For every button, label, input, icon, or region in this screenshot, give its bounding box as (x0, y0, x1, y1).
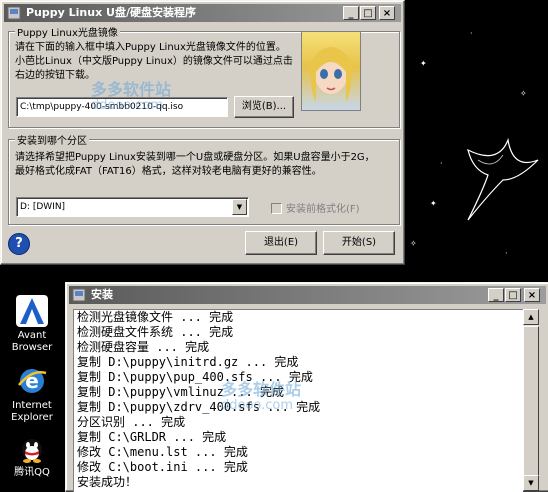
desktop-icon-label: 腾讯QQ (14, 467, 50, 478)
iso-path-input[interactable]: C:\tmp\puppy-400-smbb0210-qq.iso (16, 97, 228, 117)
console-line: 复制 C:\GRLDR ... 完成 (77, 430, 227, 444)
desktop-icon-qq[interactable]: 腾讯QQ (0, 432, 67, 479)
partition-group-label: 安装到哪个分区 (15, 132, 89, 147)
console-line: 修改 C:\boot.ini ... 完成 (77, 460, 248, 474)
console-line: 复制 D:\puppy\zdrv_400.sfs ... 完成 (77, 400, 321, 414)
avant-browser-icon (16, 295, 48, 327)
install-title: 安装 (91, 288, 113, 301)
desktop-icon-avant-browser[interactable]: Avant Browser (0, 295, 67, 354)
partition-desc-line: 最好格式化成FAT（FAT16）格式，这样对较老电脑有更好的兼容性。 (15, 166, 322, 177)
desktop-icon-label: Browser (11, 342, 53, 353)
close-button[interactable]: × (524, 288, 540, 302)
sparkle: · (470, 29, 473, 38)
console-scrollbar[interactable]: ▲ ▼ (523, 309, 539, 491)
console-line: 检测硬盘文件系统 ... 完成 (77, 325, 234, 339)
start-button[interactable]: 开始(S) (323, 231, 395, 255)
scroll-down-icon[interactable]: ▼ (523, 475, 539, 491)
help-button[interactable]: ? (8, 233, 30, 255)
minimize-button[interactable]: _ (488, 288, 504, 302)
close-button[interactable]: × (379, 6, 395, 20)
qq-icon (16, 432, 48, 464)
app-icon (7, 6, 21, 20)
iso-desc-line: 小芭比Linux（中文版Puppy Linux）的镜像文件可以通过点击 (15, 56, 293, 67)
iso-group-label: Puppy Linux光盘镜像 (15, 24, 120, 39)
desktop-icon-label: Explorer (11, 412, 53, 423)
partition-desc-line: 请选择希望把Puppy Linux安装到哪一个U盘或硬盘分区。如果U盘容量小于2… (15, 152, 375, 163)
installer-window: Puppy Linux U盘/硬盘安装程序 _ □ × Puppy Linux光… (0, 0, 405, 265)
sparkle: ✧ (410, 239, 417, 248)
scroll-thumb[interactable] (523, 326, 539, 476)
desktop-icon-label: Avant (17, 330, 47, 341)
scroll-up-icon[interactable]: ▲ (523, 309, 539, 325)
partition-description: 请选择希望把Puppy Linux安装到哪一个U盘或硬盘分区。如果U盘容量小于2… (15, 151, 395, 179)
installer-title: Puppy Linux U盘/硬盘安装程序 (26, 6, 196, 19)
sparkle: ✧ (520, 89, 527, 98)
installer-titlebar[interactable]: Puppy Linux U盘/硬盘安装程序 _ □ × (4, 4, 401, 22)
iso-desc-line: 右边的按钮下载。 (15, 70, 95, 81)
chevron-down-icon[interactable]: ▼ (232, 199, 247, 215)
sparkle: · (440, 159, 443, 168)
maximize-button[interactable]: □ (360, 6, 376, 20)
console-line: 修改 C:\menu.lst ... 完成 (77, 445, 248, 459)
format-checkbox[interactable]: 安装前格式化(F) (271, 200, 360, 215)
console-line: 复制 D:\puppy\vmlinuz ... 完成 (77, 385, 284, 399)
iso-description: 请在下面的输入框中填入Puppy Linux光盘镜像文件的位置。 小芭比Linu… (15, 41, 300, 83)
console-line: 检测硬盘容量 ... 完成 (77, 340, 210, 354)
format-checkbox-label: 安装前格式化(F) (286, 204, 360, 215)
puppy-portrait-image (301, 31, 361, 111)
app-icon (72, 288, 86, 302)
bird-wallpaper-graphic (467, 137, 539, 221)
console-line: 分区识别 ... 完成 (77, 415, 186, 429)
drive-select-value: D: [DWIN] (20, 202, 66, 212)
internet-explorer-icon: e (16, 365, 48, 397)
sparkle: ✦ (430, 199, 437, 208)
console-line: 复制 D:\puppy\pup_400.sfs ... 完成 (77, 370, 313, 384)
console-line: 复制 D:\puppy\initrd.gz ... 完成 (77, 355, 299, 369)
format-checkbox-box[interactable] (271, 203, 282, 214)
sparkle: ✦ (420, 59, 427, 68)
minimize-button[interactable]: _ (343, 6, 359, 20)
console-line: 安装成功！ (77, 475, 138, 489)
desktop-icon-label: Internet (12, 400, 52, 411)
sparkle: · (505, 249, 508, 258)
exit-button[interactable]: 退出(E) (245, 231, 317, 255)
desktop-icon-internet-explorer[interactable]: e Internet Explorer (0, 365, 67, 424)
drive-select[interactable]: D: [DWIN] ▼ (16, 197, 249, 217)
console-output: 检测光盘镜像文件 ... 完成 检测硬盘文件系统 ... 完成 检测硬盘容量 .… (73, 309, 523, 492)
browse-button[interactable]: 浏览(B)... (234, 96, 294, 118)
maximize-button[interactable]: □ (505, 288, 521, 302)
iso-desc-line: 请在下面的输入框中填入Puppy Linux光盘镜像文件的位置。 (15, 42, 286, 53)
install-window: 安装 _ □ × 检测光盘镜像文件 ... 完成 检测硬盘文件系统 ... 完成… (65, 282, 548, 492)
install-titlebar[interactable]: 安装 _ □ × (69, 286, 546, 304)
console-line: 检测光盘镜像文件 ... 完成 (77, 310, 234, 324)
